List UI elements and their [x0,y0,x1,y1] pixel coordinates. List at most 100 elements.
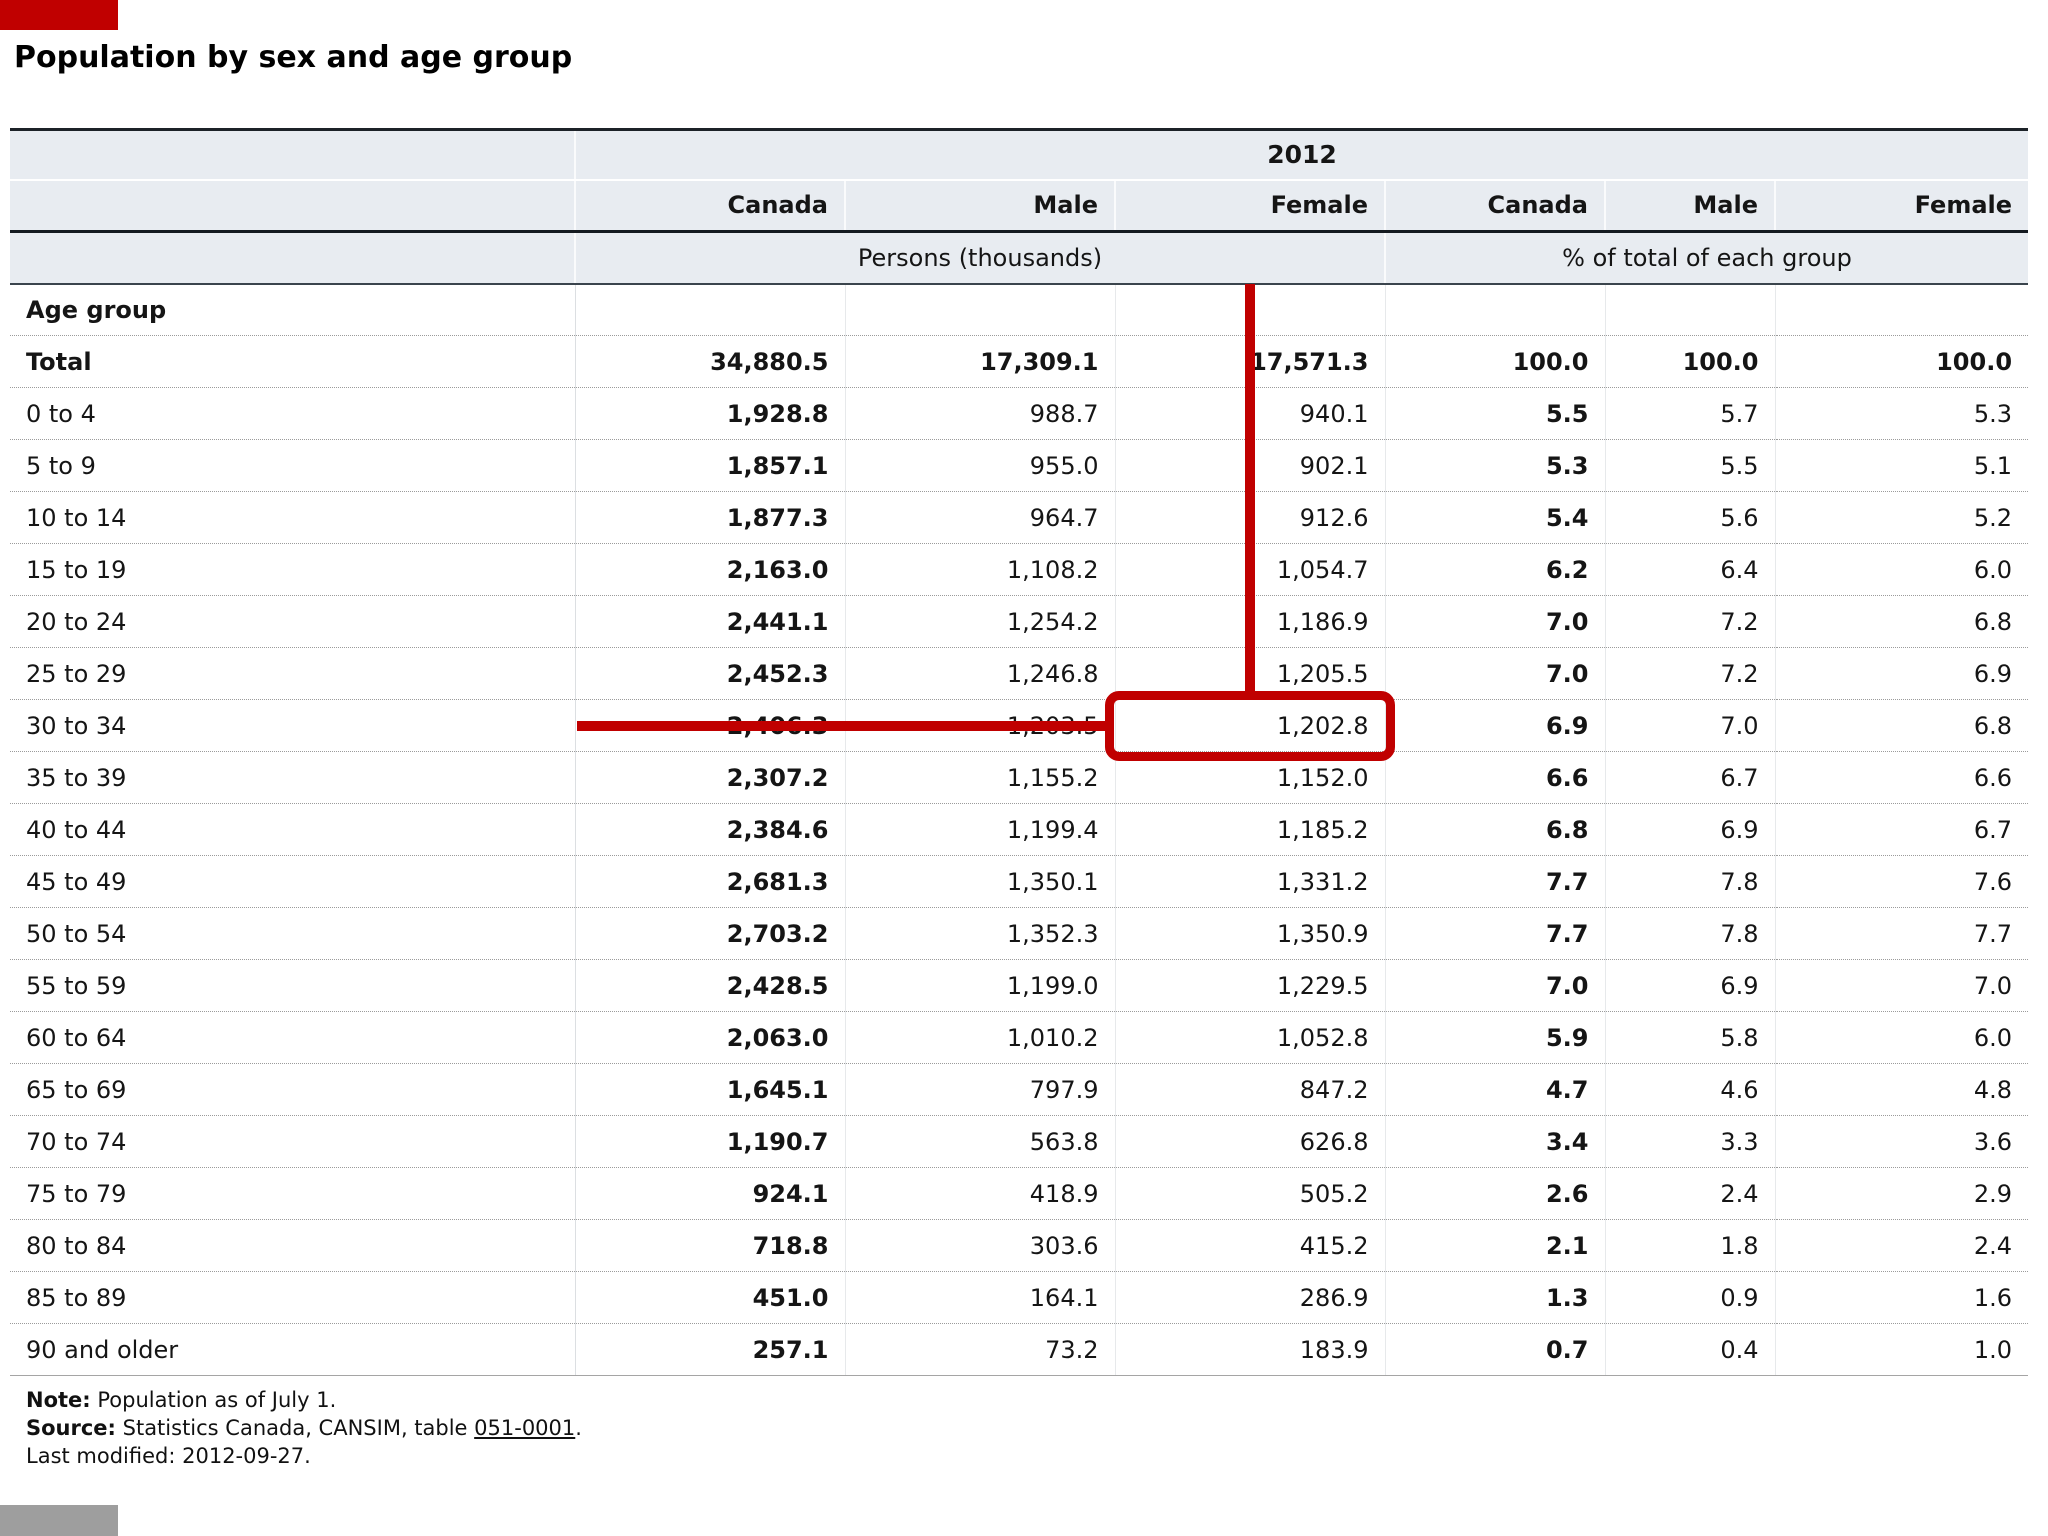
cell: 988.7 [844,387,1115,440]
empty-cell [844,283,1115,336]
row-label: 25 to 29 [10,647,576,700]
cell: 7.2 [1604,595,1775,648]
cell: 5.3 [1384,439,1605,492]
cell: 1,190.7 [575,1115,845,1168]
cell: 1,052.8 [1114,1011,1385,1064]
cell: 5.8 [1604,1011,1775,1064]
cell: 451.0 [575,1271,845,1324]
cell: 7.7 [1384,907,1605,960]
cell: 73.2 [844,1323,1115,1376]
cell: 17,571.3 [1114,335,1385,388]
cell: 303.6 [844,1219,1115,1272]
cell: 1,054.7 [1114,543,1385,596]
table-row: 55 to 59 2,428.5 1,199.0 1,229.5 7.0 6.9 7.0 [10,959,2029,1012]
table-row: 85 to 89 451.0 164.1 286.9 1.3 0.9 1.6 [10,1271,2029,1324]
empty-cell [575,283,845,336]
row-label: 80 to 84 [10,1219,576,1272]
table-row: 80 to 84 718.8 303.6 415.2 2.1 1.8 2.4 [10,1219,2029,1272]
source-text-period: . [575,1416,582,1440]
blank-header-cell [10,231,575,285]
row-label: 85 to 89 [10,1271,576,1324]
cell: 1,857.1 [575,439,845,492]
cell: 1.6 [1774,1271,2029,1324]
cell: 1,246.8 [844,647,1115,700]
col-header-female-pct: Female [1773,179,2029,233]
cell: 1.8 [1604,1219,1775,1272]
cell: 418.9 [844,1167,1115,1220]
col-header-canada-pct: Canada [1384,179,1605,233]
row-label: 10 to 14 [10,491,576,544]
cell: 100.0 [1384,335,1605,388]
empty-cell [1774,283,2029,336]
table-row: 40 to 44 2,384.6 1,199.4 1,185.2 6.8 6.9 6.7 [10,803,2029,856]
row-label: 90 and older [10,1323,576,1376]
page: Population by sex and age group 2012 Can… [0,0,2048,1536]
cell: 183.9 [1114,1323,1385,1376]
source-link[interactable]: 051-0001 [474,1416,575,1440]
cell: 1,185.2 [1114,803,1385,856]
cell: 2,406.3 [575,699,845,752]
table-row: Total 34,880.5 17,309.1 17,571.3 100.0 100.0 1… [10,335,2029,388]
row-label: 30 to 34 [10,699,576,752]
note-line: Note: Population as of July 1. [26,1386,582,1414]
notes-section: Note: Population as of July 1. Source: S… [26,1386,582,1470]
cell: 964.7 [844,491,1115,544]
cell: 1,331.2 [1114,855,1385,908]
bottom-left-gray-block [0,1505,118,1536]
cell: 100.0 [1774,335,2029,388]
row-label: 70 to 74 [10,1115,576,1168]
cell: 34,880.5 [575,335,845,388]
cell: 505.2 [1114,1167,1385,1220]
cell: 6.2 [1384,543,1605,596]
cell: 7.8 [1604,855,1775,908]
cell: 1,108.2 [844,543,1115,596]
units-percent-header: % of total of each group [1383,231,2029,285]
cell: 1,350.9 [1114,907,1385,960]
table-row: 70 to 74 1,190.7 563.8 626.8 3.4 3.3 3.6 [10,1115,2029,1168]
cell: 7.2 [1604,647,1775,700]
cell: 1,202.8 [1114,699,1385,752]
cell: 2,063.0 [575,1011,845,1064]
table-row: 35 to 39 2,307.2 1,155.2 1,152.0 6.6 6.7 6.6 [10,751,2029,804]
cell: 5.7 [1604,387,1775,440]
cell: 4.6 [1604,1063,1775,1116]
column-header-row: Canada Male Female Canada Male Female [10,179,2029,233]
cell: 2,428.5 [575,959,845,1012]
cell: 100.0 [1604,335,1775,388]
cell: 626.8 [1114,1115,1385,1168]
units-row: Persons (thousands) % of total of each g… [10,231,2029,285]
cell: 1,352.3 [844,907,1115,960]
cell: 7.0 [1774,959,2029,1012]
cell: 6.9 [1384,699,1605,752]
row-label: Total [10,335,576,388]
table-row: 90 and older 257.1 73.2 183.9 0.7 0.4 1.0 [10,1323,2029,1376]
cell: 718.8 [575,1219,845,1272]
cell: 6.7 [1774,803,2029,856]
note-label: Note: [26,1388,91,1412]
cell: 3.6 [1774,1115,2029,1168]
source-line: Source: Statistics Canada, CANSIM, table… [26,1414,582,1442]
year-header-row: 2012 [10,129,2029,181]
cell: 5.5 [1384,387,1605,440]
table-row: 5 to 9 1,857.1 955.0 902.1 5.3 5.5 5.1 [10,439,2029,492]
row-label: 0 to 4 [10,387,576,440]
cell: 2,384.6 [575,803,845,856]
cell: 7.7 [1384,855,1605,908]
cell: 0.7 [1384,1323,1605,1376]
cell: 563.8 [844,1115,1115,1168]
table-row: 65 to 69 1,645.1 797.9 847.2 4.7 4.6 4.8 [10,1063,2029,1116]
table-row: 10 to 14 1,877.3 964.7 912.6 5.4 5.6 5.2 [10,491,2029,544]
cell: 2,163.0 [575,543,845,596]
source-label: Source: [26,1416,116,1440]
cell: 1,928.8 [575,387,845,440]
table-row: 75 to 79 924.1 418.9 505.2 2.6 2.4 2.9 [10,1167,2029,1220]
cell: 415.2 [1114,1219,1385,1272]
cell: 6.9 [1604,959,1775,1012]
cell: 6.8 [1774,699,2029,752]
cell: 1,254.2 [844,595,1115,648]
row-label: 45 to 49 [10,855,576,908]
col-header-male-pct: Male [1604,179,1775,233]
row-label: 60 to 64 [10,1011,576,1064]
table-row: 20 to 24 2,441.1 1,254.2 1,186.9 7.0 7.2 6.8 [10,595,2029,648]
cell: 6.6 [1384,751,1605,804]
